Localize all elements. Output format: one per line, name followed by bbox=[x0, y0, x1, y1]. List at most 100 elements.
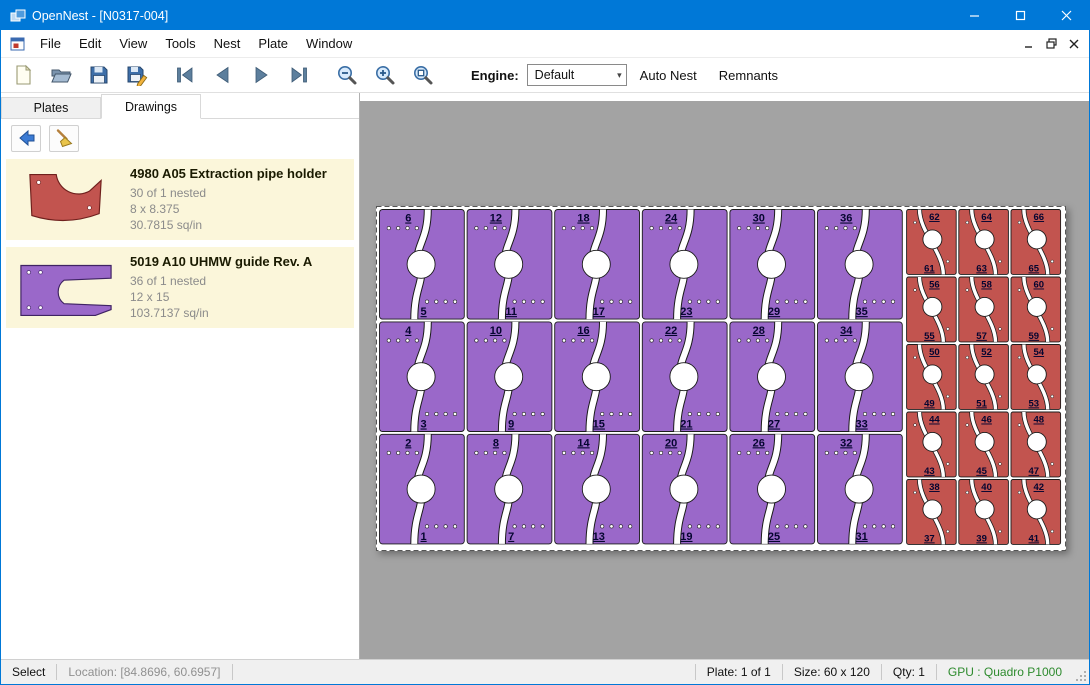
zoom-out-button[interactable] bbox=[333, 61, 361, 89]
red-part-pair[interactable]: 6261 bbox=[907, 210, 957, 275]
first-plate-button[interactable] bbox=[171, 61, 199, 89]
drill-hole bbox=[946, 463, 949, 466]
nest-plate[interactable]: 6512111817242330293635431091615222128273… bbox=[376, 206, 1066, 551]
purple-part-pair[interactable]: 1615 bbox=[555, 322, 640, 432]
red-part-pair[interactable]: 6463 bbox=[959, 210, 1009, 275]
red-part-pair[interactable]: 4241 bbox=[1011, 480, 1061, 545]
red-part-pair[interactable]: 4847 bbox=[1011, 412, 1061, 477]
red-part-pair[interactable]: 4645 bbox=[959, 412, 1009, 477]
menu-plate[interactable]: Plate bbox=[249, 31, 297, 56]
drill-hole bbox=[619, 300, 622, 303]
red-part-pair[interactable]: 5857 bbox=[959, 277, 1009, 342]
purple-part-pair[interactable]: 43 bbox=[380, 322, 465, 432]
drill-hole bbox=[387, 451, 390, 454]
red-part-pair[interactable]: 5655 bbox=[907, 277, 957, 342]
drill-hole bbox=[629, 525, 632, 528]
drill-hole bbox=[825, 339, 828, 342]
tab-plates[interactable]: Plates bbox=[1, 97, 101, 118]
new-file-button[interactable] bbox=[9, 61, 37, 89]
engine-value: Default bbox=[535, 68, 575, 82]
drawing-title: 5019 A10 UHMW guide Rev. A bbox=[130, 254, 312, 269]
zoom-in-button[interactable] bbox=[371, 61, 399, 89]
mdi-minimize-button[interactable] bbox=[1024, 39, 1034, 49]
part-number: 1 bbox=[421, 531, 427, 543]
document-icon[interactable] bbox=[10, 37, 25, 51]
red-part-pair[interactable]: 5453 bbox=[1011, 345, 1061, 410]
menu-window[interactable]: Window bbox=[297, 31, 361, 56]
red-part-pair[interactable]: 4039 bbox=[959, 480, 1009, 545]
open-file-button[interactable] bbox=[47, 61, 75, 89]
part-number: 19 bbox=[680, 531, 692, 543]
drill-hole bbox=[522, 412, 525, 415]
save-as-button[interactable] bbox=[123, 61, 151, 89]
red-part-pair[interactable]: 4443 bbox=[907, 412, 957, 477]
clear-drawings-button[interactable] bbox=[49, 125, 79, 152]
save-button[interactable] bbox=[85, 61, 113, 89]
purple-part-pair[interactable]: 21 bbox=[380, 434, 465, 544]
nest-canvas[interactable]: 6512111817242330293635431091615222128273… bbox=[360, 93, 1089, 659]
tab-drawings[interactable]: Drawings bbox=[101, 94, 201, 119]
purple-part-pair[interactable]: 3635 bbox=[818, 210, 903, 320]
remnants-button[interactable]: Remnants bbox=[710, 62, 787, 89]
menu-tools[interactable]: Tools bbox=[156, 31, 204, 56]
auto-nest-button[interactable]: Auto Nest bbox=[631, 62, 706, 89]
part-number: 42 bbox=[1034, 482, 1045, 493]
purple-part-pair[interactable]: 87 bbox=[467, 434, 552, 544]
purple-part-pair[interactable]: 1211 bbox=[467, 210, 552, 320]
drill-hole bbox=[1018, 491, 1021, 494]
red-part-pair[interactable]: 6665 bbox=[1011, 210, 1061, 275]
red-part-pair[interactable]: 3837 bbox=[907, 480, 957, 545]
purple-part-pair[interactable]: 3231 bbox=[818, 434, 903, 544]
drill-hole bbox=[999, 260, 1002, 263]
purple-part-pair[interactable]: 65 bbox=[380, 210, 465, 320]
drill-hole bbox=[825, 226, 828, 229]
menu-view[interactable]: View bbox=[110, 31, 156, 56]
app-window: OpenNest - [N0317-004] File Edit View To… bbox=[0, 0, 1090, 685]
engine-select[interactable]: Default ▾ bbox=[527, 64, 627, 86]
red-part-pair[interactable]: 5251 bbox=[959, 345, 1009, 410]
red-part-pair[interactable]: 6059 bbox=[1011, 277, 1061, 342]
nest-plate-svg[interactable]: 6512111817242330293635431091615222128273… bbox=[376, 206, 1066, 551]
part-number: 54 bbox=[1034, 347, 1045, 358]
last-plate-button[interactable] bbox=[285, 61, 313, 89]
resize-grip[interactable] bbox=[1073, 660, 1089, 684]
drill-hole bbox=[590, 451, 593, 454]
mdi-restore-button[interactable] bbox=[1046, 38, 1057, 49]
purple-part-pair[interactable]: 109 bbox=[467, 322, 552, 432]
part-number: 2 bbox=[405, 437, 411, 449]
menu-nest[interactable]: Nest bbox=[205, 31, 250, 56]
next-plate-button[interactable] bbox=[247, 61, 275, 89]
part-number: 46 bbox=[981, 415, 992, 426]
red-part-pair[interactable]: 5049 bbox=[907, 345, 957, 410]
save-icon bbox=[88, 64, 110, 86]
import-drawing-button[interactable] bbox=[11, 125, 41, 152]
drill-hole bbox=[914, 221, 917, 224]
drawing-item-extraction-pipe-holder[interactable]: 4980 A05 Extraction pipe holder 30 of 1 … bbox=[6, 159, 354, 240]
drill-hole bbox=[415, 339, 418, 342]
purple-part-pair[interactable]: 2827 bbox=[730, 322, 815, 432]
drill-hole bbox=[882, 525, 885, 528]
purple-part-pair[interactable]: 2019 bbox=[642, 434, 727, 544]
purple-part-pair[interactable]: 2221 bbox=[642, 322, 727, 432]
minimize-button[interactable] bbox=[951, 1, 997, 30]
drill-hole bbox=[425, 300, 428, 303]
drill-hole bbox=[572, 226, 575, 229]
part-number: 48 bbox=[1034, 415, 1045, 426]
previous-plate-button[interactable] bbox=[209, 61, 237, 89]
drawings-toolbar bbox=[1, 119, 359, 157]
purple-part-pair[interactable]: 2423 bbox=[642, 210, 727, 320]
close-button[interactable] bbox=[1043, 1, 1089, 30]
maximize-button[interactable] bbox=[997, 1, 1043, 30]
zoom-fit-button[interactable] bbox=[409, 61, 437, 89]
drill-hole bbox=[946, 328, 949, 331]
purple-part-pair[interactable]: 2625 bbox=[730, 434, 815, 544]
drill-hole bbox=[610, 300, 613, 303]
menu-file[interactable]: File bbox=[31, 31, 70, 56]
purple-part-pair[interactable]: 1817 bbox=[555, 210, 640, 320]
drawing-item-uhmw-guide[interactable]: 5019 A10 UHMW guide Rev. A 36 of 1 neste… bbox=[6, 247, 354, 328]
menu-edit[interactable]: Edit bbox=[70, 31, 110, 56]
purple-part-pair[interactable]: 3029 bbox=[730, 210, 815, 320]
mdi-close-button[interactable] bbox=[1069, 39, 1079, 49]
purple-part-pair[interactable]: 3433 bbox=[818, 322, 903, 432]
purple-part-pair[interactable]: 1413 bbox=[555, 434, 640, 544]
